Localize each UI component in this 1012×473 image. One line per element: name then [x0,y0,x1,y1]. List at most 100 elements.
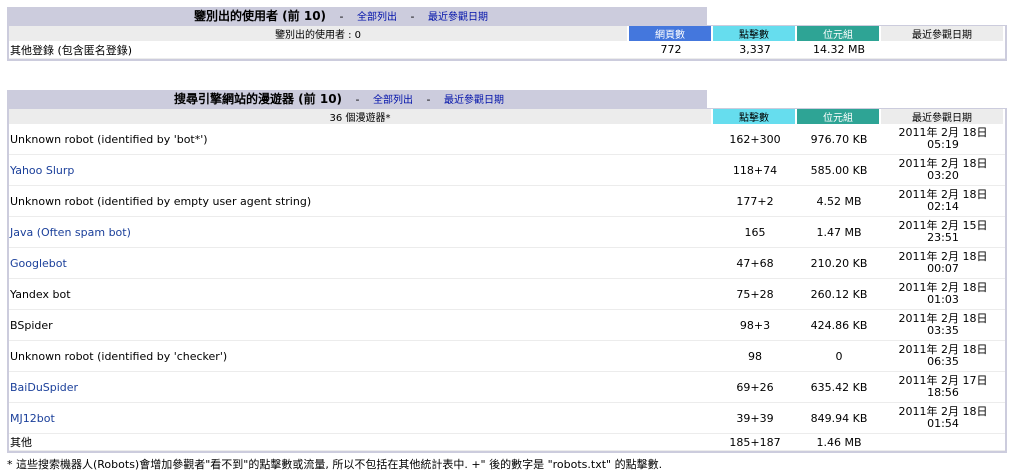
robot-row: Java (Often spam bot) 165 1.47 MB 2011年 2月 … [9,217,1005,248]
robot-row: MJ12bot 39+39 849.94 KB 2011年 2月 18日 01:54 [9,403,1005,434]
col-last-visit-header: 最近參觀日期 [881,26,1005,41]
robot-row: Googlebot 47+68 210.20 KB 2011年 2月 18日 00:07 [9,248,1005,279]
robots-last-visit-link[interactable]: 最近參觀日期 [444,95,504,106]
robot-name-cell: Java (Often spam bot) [9,217,713,248]
other-logins-pages: 772 [629,41,713,59]
robot-row: Unknown robot (identified by 'checker') 9… [9,341,1005,372]
robot-bandwidth: 1.47 MB [797,217,881,248]
robot-hits: 177+2 [713,186,797,217]
robot-last-time: 06:35 [927,355,959,368]
robot-last-time: 03:20 [927,169,959,182]
other-logins-hits: 3,337 [713,41,797,59]
separator: - [426,93,431,106]
robots-full-list-link[interactable]: 全部列出 [373,95,413,106]
robot-hits: 98 [713,341,797,372]
robot-row: Unknown robot (identified by 'bot*') 162+… [9,124,1005,155]
other-logins-last [881,41,1005,59]
robot-name: Unknown robot (identified by 'checker') [9,341,713,372]
robot-rows: Unknown robot (identified by 'bot*') 162+… [9,124,1005,434]
robot-hits: 69+26 [713,372,797,403]
robot-name-link[interactable]: Yahoo Slurp [10,164,74,177]
robot-name-cell: Googlebot [9,248,713,279]
robot-last-time: 00:07 [927,262,959,275]
robots-col-last-visit-header: 最近參觀日期 [881,109,1005,124]
robot-name: Unknown robot (identified by 'bot*') [9,124,713,155]
robot-hits: 118+74 [713,155,797,186]
robots-table: 36 個漫遊器* 點擊數 位元組 最近參觀日期 Unknown robot (i… [9,109,1005,451]
robots-other-row: 其他 185+187 1.46 MB [9,434,1005,451]
other-logins-label: 其他登錄 (包含匿名登錄) [9,41,629,59]
robot-bandwidth: 210.20 KB [797,248,881,279]
users-header-label: 鑒別出的使用者 : 0 [9,26,629,41]
users-other-row: 其他登錄 (包含匿名登錄) 772 3,337 14.32 MB [9,41,1005,59]
robots-header-label: 36 個漫遊器* [9,109,713,124]
users-table-box: 鑒別出的使用者 : 0 網頁數 點擊數 位元組 最近參觀日期 其他登錄 (包含匿… [7,25,1007,61]
robot-last-time: 02:14 [927,200,959,213]
robots-col-hits-header: 點擊數 [713,109,797,124]
robot-last-visit: 2011年 2月 18日 06:35 [881,341,1005,372]
other-logins-bandwidth: 14.32 MB [797,41,881,59]
users-section-title-bar: 鑒別出的使用者 (前 10) - 全部列出 - 最近參觀日期 [7,7,707,25]
robot-last-visit: 2011年 2月 18日 03:35 [881,310,1005,341]
robots-table-box: 36 個漫遊器* 點擊數 位元組 最近參觀日期 Unknown robot (i… [7,108,1007,453]
robot-last-visit: 2011年 2月 15日 23:51 [881,217,1005,248]
robot-last-visit: 2011年 2月 18日 02:14 [881,186,1005,217]
robots-section-title: 搜尋引擎網站的漫遊器 (前 10) [174,92,343,106]
robot-last-visit: 2011年 2月 18日 05:19 [881,124,1005,155]
robots-other-label: 其他 [9,434,713,451]
users-section-title: 鑒別出的使用者 (前 10) [194,9,327,23]
robots-other-bandwidth: 1.46 MB [797,434,881,451]
robot-name-cell: Yahoo Slurp [9,155,713,186]
robot-hits: 75+28 [713,279,797,310]
robots-footnote: * 這些搜索機器人(Robots)會增加參觀者"看不到"的點擊數或流量, 所以不… [7,458,663,471]
robot-last-visit: 2011年 2月 17日 18:56 [881,372,1005,403]
robot-name-link[interactable]: BaiDuSpider [10,381,78,394]
robot-last-time: 05:19 [927,138,959,151]
robot-last-time: 01:54 [927,417,959,430]
separator: - [355,93,360,106]
robot-bandwidth: 0 [797,341,881,372]
robots-section-title-bar: 搜尋引擎網站的漫遊器 (前 10) - 全部列出 - 最近參觀日期 [7,90,707,108]
robot-row: Unknown robot (identified by empty user … [9,186,1005,217]
robot-bandwidth: 4.52 MB [797,186,881,217]
robot-hits: 47+68 [713,248,797,279]
users-last-visit-link[interactable]: 最近參觀日期 [428,12,488,23]
robot-name: Yandex bot [9,279,713,310]
robot-bandwidth: 635.42 KB [797,372,881,403]
users-table: 鑒別出的使用者 : 0 網頁數 點擊數 位元組 最近參觀日期 其他登錄 (包含匿… [9,26,1005,59]
robot-name: BSpider [9,310,713,341]
robots-other-last [881,434,1005,451]
robot-last-time: 18:56 [927,386,959,399]
robot-bandwidth: 849.94 KB [797,403,881,434]
robot-last-visit: 2011年 2月 18日 03:20 [881,155,1005,186]
robot-last-time: 03:35 [927,324,959,337]
col-bandwidth-header: 位元組 [797,26,881,41]
robot-bandwidth: 976.70 KB [797,124,881,155]
robot-last-visit: 2011年 2月 18日 01:03 [881,279,1005,310]
robot-row: Yahoo Slurp 118+74 585.00 KB 2011年 2月 18日 03… [9,155,1005,186]
col-hits-header: 點擊數 [713,26,797,41]
robot-name: Unknown robot (identified by empty user … [9,186,713,217]
robot-row: BaiDuSpider 69+26 635.42 KB 2011年 2月 17日 18:… [9,372,1005,403]
col-pages-header: 網頁數 [629,26,713,41]
robot-row: Yandex bot 75+28 260.12 KB 2011年 2月 18日 01:0… [9,279,1005,310]
robot-name-link[interactable]: Googlebot [10,257,67,270]
robot-last-time: 23:51 [927,231,959,244]
robots-col-bandwidth-header: 位元組 [797,109,881,124]
robot-name-cell: MJ12bot [9,403,713,434]
separator: - [339,10,344,23]
robot-last-visit: 2011年 2月 18日 00:07 [881,248,1005,279]
robot-name-link[interactable]: MJ12bot [10,412,55,425]
robot-name-cell: BaiDuSpider [9,372,713,403]
robot-last-time: 01:03 [927,293,959,306]
robot-name-link[interactable]: Java (Often spam bot) [10,226,131,239]
robot-last-visit: 2011年 2月 18日 01:54 [881,403,1005,434]
robot-row: BSpider 98+3 424.86 KB 2011年 2月 18日 03:35 [9,310,1005,341]
separator: - [410,10,415,23]
robot-hits: 165 [713,217,797,248]
robot-bandwidth: 260.12 KB [797,279,881,310]
robot-bandwidth: 424.86 KB [797,310,881,341]
users-full-list-link[interactable]: 全部列出 [357,12,397,23]
robot-bandwidth: 585.00 KB [797,155,881,186]
robot-hits: 39+39 [713,403,797,434]
